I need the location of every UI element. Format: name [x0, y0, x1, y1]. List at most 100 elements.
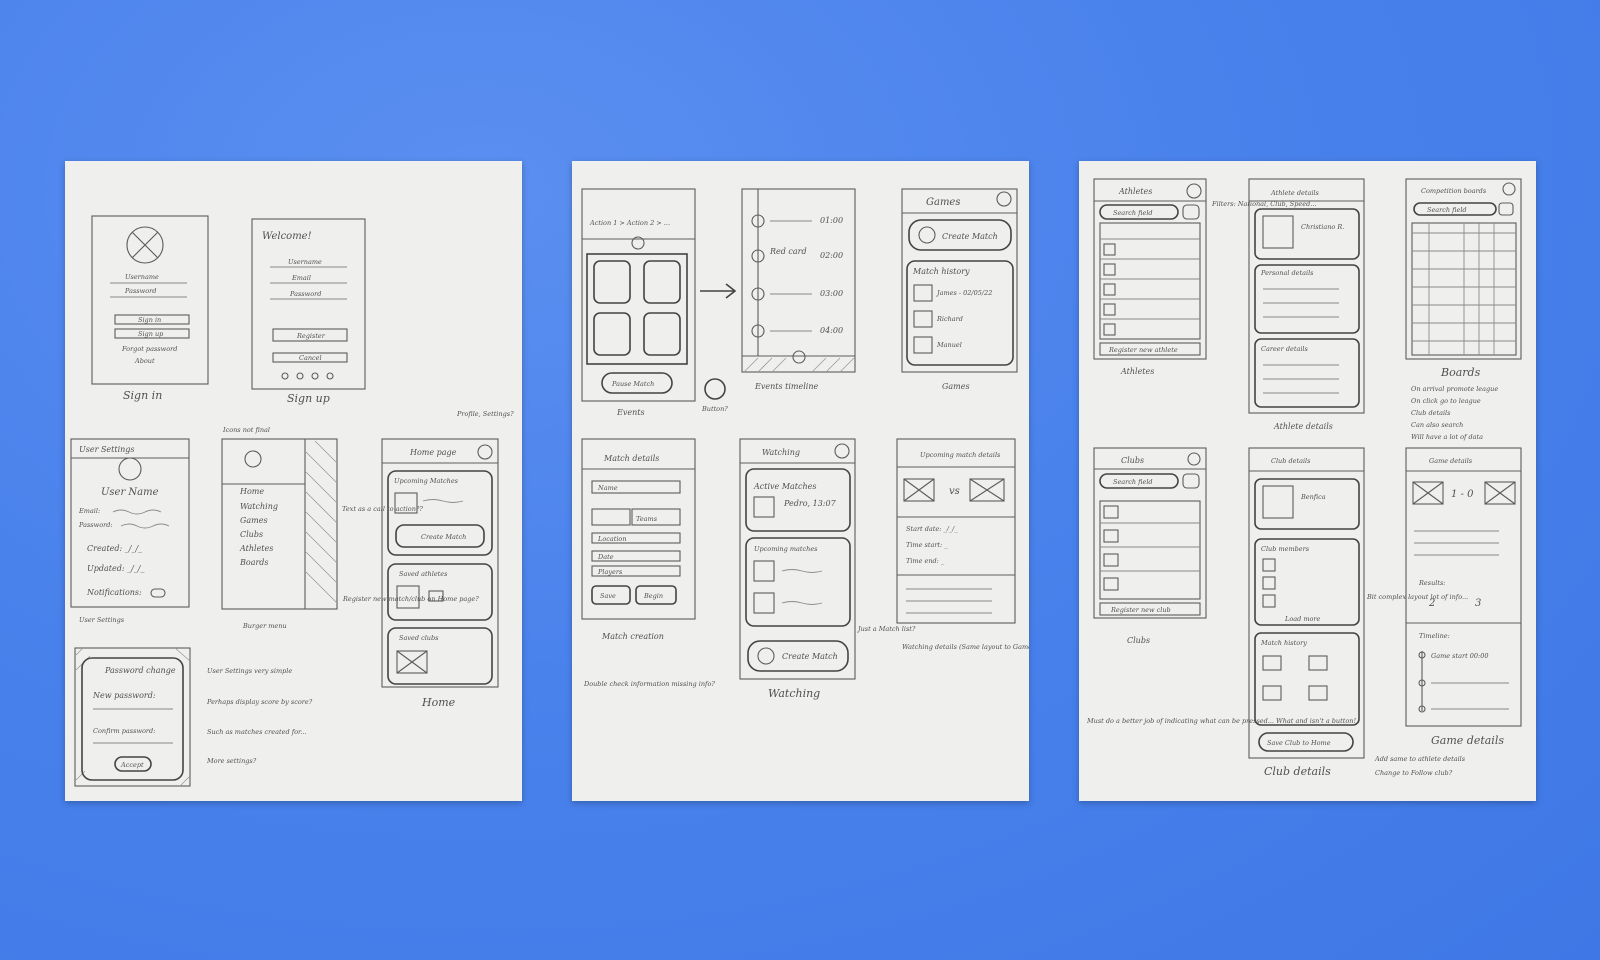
- time-3: 03:00: [820, 289, 843, 298]
- boards-note-5: Will have a lot of data: [1411, 433, 1483, 441]
- game-score: 1 - 0: [1451, 489, 1474, 500]
- sign-in-wireframe: Username Password Sign in Sign up Forgot…: [91, 215, 209, 402]
- about-link[interactable]: About: [134, 357, 155, 365]
- boards-note-3: Club details: [1411, 409, 1451, 417]
- upcoming-matches-title: Upcoming matches: [754, 545, 818, 553]
- watching-title: Watching: [762, 448, 800, 457]
- note-add-same: Add same to athlete details: [1374, 755, 1466, 763]
- user-settings-wireframe: User Settings User Name Email: Password:…: [70, 438, 190, 624]
- burger-menu-caption: Burger menu: [242, 622, 287, 630]
- accept-button[interactable]: Accept: [120, 761, 144, 769]
- match-creation-wireframe: Match details Name Teams Location Date P…: [581, 438, 715, 688]
- boards-caption: Boards: [1440, 366, 1481, 379]
- burger-item-clubs[interactable]: Clubs: [240, 530, 263, 539]
- note-display-score: Perhaps display score by score?: [206, 698, 313, 706]
- club-details-caption: Club details: [1264, 765, 1331, 778]
- clubs-title: Clubs: [1121, 456, 1144, 465]
- history-row-3[interactable]: Manuel: [936, 341, 962, 349]
- result-right: 3: [1475, 598, 1481, 609]
- password-change-wireframe: Password change New password: Confirm pa…: [74, 647, 191, 787]
- user-name: User Name: [101, 487, 159, 498]
- athlete-name: Christiano R.: [1301, 223, 1344, 231]
- sheet1-notes: User Settings very simple Perhaps displa…: [206, 667, 313, 765]
- upcoming-details-title: Upcoming match details: [920, 451, 1001, 459]
- burger-item-games[interactable]: Games: [240, 516, 268, 525]
- sketch-sheet-2: Action 1 > Action 2 > ... Pause Match Ev…: [572, 161, 1029, 801]
- start-date: Start date: _/_/_: [906, 525, 958, 533]
- events-header: Action 1 > Action 2 > ...: [589, 219, 670, 227]
- time-start: Time start: _: [906, 541, 948, 549]
- games-create-match-button[interactable]: Create Match: [942, 232, 998, 241]
- note-settings-simple: User Settings very simple: [207, 667, 292, 675]
- boards-wireframe: Competition boards Search field Boards O…: [1405, 178, 1522, 441]
- note-follow-club: Change to Follow club?: [1375, 769, 1453, 777]
- register-athlete-button[interactable]: Register new athlete: [1108, 346, 1178, 354]
- saved-athletes: Saved athletes: [399, 570, 448, 578]
- games-caption: Games: [942, 382, 970, 391]
- athlete-details-wireframe: Athlete details Christiano R. Personal d…: [1248, 178, 1365, 431]
- time-1: 01:00: [820, 216, 843, 225]
- field-location[interactable]: Location: [597, 535, 627, 543]
- note-matches-created: Such as matches created for...: [207, 728, 307, 736]
- watching-create-match-button[interactable]: Create Match: [782, 652, 838, 661]
- register-note: Register new match/club on Home page?: [342, 595, 479, 603]
- home-wireframe: Profile, Settings? Home page Upcoming Ma…: [342, 410, 514, 709]
- sign-in-password: Password: [124, 287, 156, 295]
- field-date[interactable]: Date: [597, 553, 614, 561]
- boards-title: Competition boards: [1421, 187, 1487, 195]
- settings-email: Email:: [78, 507, 100, 515]
- button-note: Button?: [701, 405, 728, 413]
- boards-note-1: On arrival promote league: [1411, 385, 1498, 393]
- burger-item-boards[interactable]: Boards: [239, 558, 269, 567]
- note-bit-complex: Bit complex layout lot of info...: [1366, 593, 1468, 601]
- register-button[interactable]: Register: [296, 332, 326, 340]
- confirm-password-label: Confirm password:: [93, 727, 155, 735]
- athletes-search-input[interactable]: Search field: [1113, 209, 1153, 217]
- timeline-label: Timeline:: [1419, 632, 1450, 640]
- clubs-search-input[interactable]: Search field: [1113, 478, 1153, 486]
- sign-in-button[interactable]: Sign in: [138, 316, 161, 324]
- forgot-password-link[interactable]: Forgot password: [121, 345, 177, 353]
- events-wireframe: Action 1 > Action 2 > ... Pause Match Ev…: [581, 188, 737, 417]
- save-match-button[interactable]: Save: [600, 592, 616, 600]
- timeline-item: Game start 00:00: [1431, 652, 1488, 660]
- burger-item-athletes[interactable]: Athletes: [239, 544, 273, 553]
- save-club-button[interactable]: Save Club to Home: [1267, 739, 1331, 747]
- pause-match-button[interactable]: Pause Match: [611, 380, 654, 388]
- clubs-caption: Clubs: [1127, 636, 1150, 645]
- upcoming-matches: Upcoming Matches: [394, 477, 459, 485]
- watching-details-caption: Watching details (Same layout to Games' …: [902, 643, 1029, 651]
- field-name[interactable]: Name: [597, 484, 618, 492]
- history-row-2[interactable]: Richard: [936, 315, 963, 323]
- sketch-sheet-3: Athletes Search field Register new athle…: [1079, 161, 1536, 801]
- boards-search-input[interactable]: Search field: [1427, 206, 1467, 214]
- active-row[interactable]: Pedro, 13:07: [783, 499, 837, 508]
- club-details-wireframe: Club details Benfica Club members Load m…: [1248, 447, 1365, 778]
- load-more-button[interactable]: Load more: [1284, 615, 1321, 623]
- game-details-caption: Game details: [1431, 734, 1504, 747]
- cancel-button[interactable]: Cancel: [299, 354, 322, 362]
- time-2: 02:00: [820, 251, 843, 260]
- home-create-match-button[interactable]: Create Match: [421, 533, 466, 541]
- events-timeline-wireframe: Red card 01:00 02:00 03:00 04:00 Events …: [741, 188, 856, 391]
- settings-created: Created: _/_/_: [87, 544, 142, 553]
- burger-item-home[interactable]: Home: [239, 487, 264, 496]
- settings-updated: Updated: _/_/_: [87, 564, 144, 573]
- club-members: Club members: [1261, 545, 1310, 553]
- sign-up-wireframe: Welcome! Username Email Password Registe…: [251, 218, 366, 405]
- field-players[interactable]: Players: [597, 568, 623, 576]
- home-title: Home page: [409, 448, 457, 457]
- history-row-1[interactable]: James - 02/05/22: [935, 289, 992, 297]
- burger-item-watching[interactable]: Watching: [240, 502, 278, 511]
- sign-in-username: Username: [125, 273, 159, 281]
- begin-match-button[interactable]: Begin: [643, 592, 663, 600]
- field-teams[interactable]: Teams: [636, 515, 658, 523]
- boards-note-4: Can also search: [1411, 421, 1463, 429]
- time-end: Time end: _: [906, 557, 945, 565]
- personal-details: Personal details: [1260, 269, 1314, 277]
- sign-up-caption: Sign up: [287, 392, 330, 405]
- sign-up-button[interactable]: Sign up: [138, 330, 164, 338]
- game-details-title: Game details: [1429, 457, 1473, 465]
- boards-note-2: On click go to league: [1411, 397, 1481, 405]
- register-club-button[interactable]: Register new club: [1110, 606, 1171, 614]
